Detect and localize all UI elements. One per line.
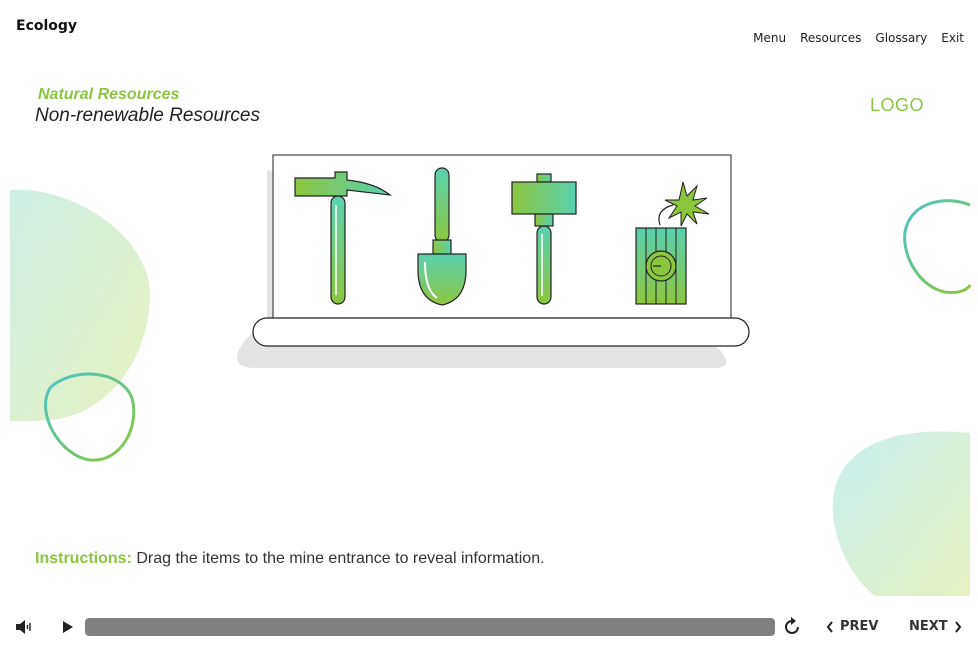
right-filled-blob <box>832 431 970 596</box>
nav-exit-link[interactable]: Exit <box>941 31 964 45</box>
progress-fill <box>85 618 775 636</box>
instructions-text: Drag the items to the mine entrance to r… <box>136 550 545 567</box>
nav-menu-link[interactable]: Menu <box>753 31 786 45</box>
prev-button[interactable]: PREV <box>826 619 878 634</box>
instructions: Instructions: Drag the items to the mine… <box>35 550 545 568</box>
page-title: Non-renewable Resources <box>35 105 260 126</box>
progress-bar[interactable] <box>85 618 775 636</box>
nav-glossary-link[interactable]: Glossary <box>875 31 927 45</box>
next-button[interactable]: NEXT <box>909 619 962 634</box>
chevron-right-icon <box>954 620 961 633</box>
course-title: Ecology <box>16 18 78 34</box>
prev-label: PREV <box>840 619 879 634</box>
nav-resources-link[interactable]: Resources <box>800 31 861 45</box>
chevron-left-icon <box>826 620 833 633</box>
top-navigation: Menu Resources Glossary Exit <box>753 31 964 45</box>
logo: LOGO <box>870 95 925 115</box>
right-outline-blob <box>903 199 972 294</box>
left-outline-blob <box>44 372 136 462</box>
display-base <box>252 317 750 347</box>
player-controls: PREV NEXT <box>0 606 978 650</box>
tool-display-stage <box>237 154 750 368</box>
section-title: Natural Resources <box>38 86 180 103</box>
play-icon[interactable] <box>61 620 75 634</box>
speaker-icon[interactable] <box>15 619 33 635</box>
replay-icon[interactable] <box>782 617 802 637</box>
next-label: NEXT <box>909 619 948 634</box>
instructions-label: Instructions: <box>35 550 132 567</box>
